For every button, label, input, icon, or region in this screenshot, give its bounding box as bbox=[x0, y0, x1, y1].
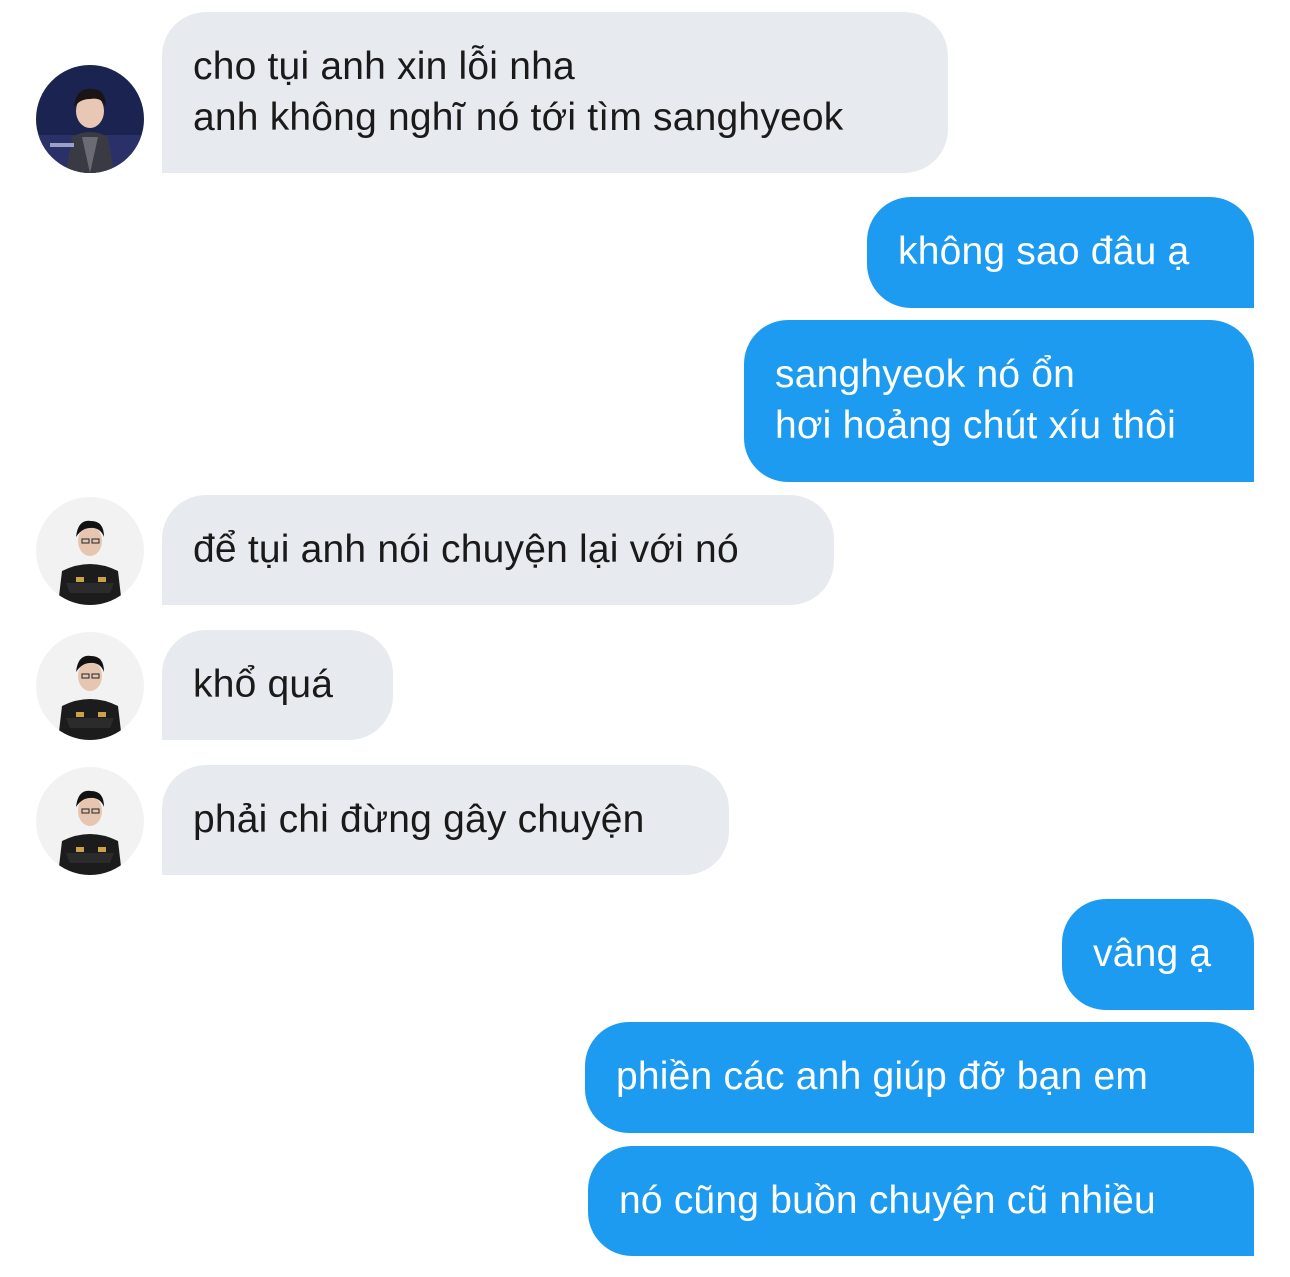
message-text: để tụi anh nói chuyện lại với nó bbox=[193, 528, 739, 571]
profile-photo-icon bbox=[36, 632, 144, 740]
message-bubble[interactable]: phải chi đừng gây chuyện bbox=[162, 765, 729, 875]
profile-photo-icon bbox=[36, 767, 144, 875]
message-text: khổ quá bbox=[193, 663, 334, 706]
message-text: cho tụi anh xin lỗi nha bbox=[193, 45, 575, 88]
message-bubble[interactable]: sanghyeok nó ổn hơi hoảng chút xíu thôi bbox=[744, 320, 1254, 482]
message-bubble[interactable]: khổ quá bbox=[162, 630, 393, 740]
profile-photo-icon bbox=[36, 65, 144, 173]
message-bubble[interactable]: để tụi anh nói chuyện lại với nó bbox=[162, 495, 834, 605]
sender-avatar[interactable] bbox=[36, 65, 144, 173]
message-text: sanghyeok nó ổn bbox=[775, 353, 1076, 396]
sender-avatar[interactable] bbox=[36, 767, 144, 875]
message-text: phải chi đừng gây chuyện bbox=[193, 798, 645, 841]
profile-photo-icon bbox=[36, 497, 144, 605]
sender-avatar[interactable] bbox=[36, 632, 144, 740]
message-bubble[interactable]: vâng ạ bbox=[1062, 899, 1254, 1010]
message-text: hơi hoảng chút xíu thôi bbox=[775, 404, 1176, 447]
message-bubble[interactable]: không sao đâu ạ bbox=[867, 197, 1254, 308]
message-text: vâng ạ bbox=[1093, 932, 1212, 975]
sender-avatar[interactable] bbox=[36, 497, 144, 605]
message-bubble[interactable]: phiền các anh giúp đỡ bạn em bbox=[585, 1022, 1254, 1133]
message-text: nó cũng buồn chuyện cũ nhiều bbox=[619, 1179, 1156, 1222]
message-bubble[interactable]: cho tụi anh xin lỗi nha anh không nghĩ n… bbox=[162, 12, 948, 173]
message-text: anh không nghĩ nó tới tìm sanghyeok bbox=[193, 96, 844, 139]
message-bubble[interactable]: nó cũng buồn chuyện cũ nhiều bbox=[588, 1146, 1254, 1256]
message-text: không sao đâu ạ bbox=[898, 230, 1190, 273]
message-text: phiền các anh giúp đỡ bạn em bbox=[616, 1055, 1149, 1098]
